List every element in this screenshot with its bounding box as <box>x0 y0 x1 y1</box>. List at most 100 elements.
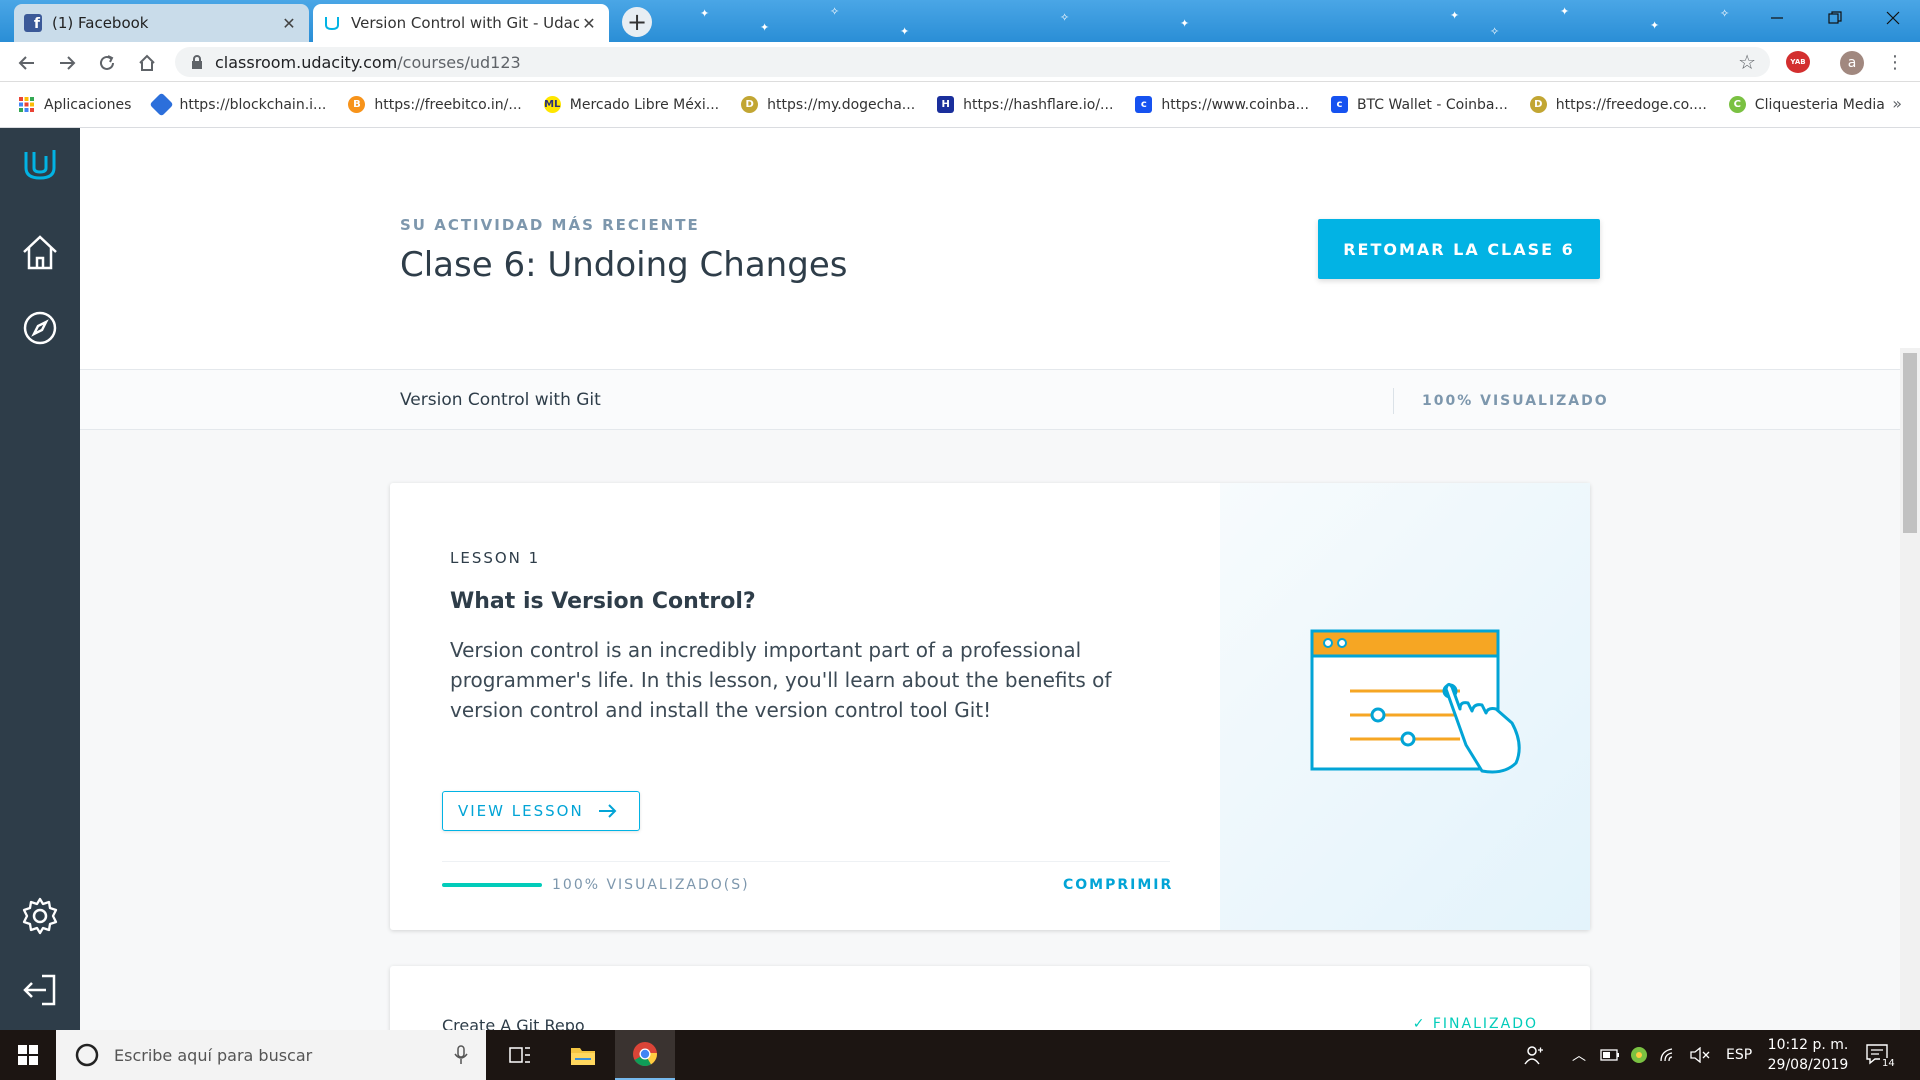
menu-kebab-icon[interactable]: ⋮ <box>1886 52 1904 73</box>
compass-icon[interactable] <box>20 308 60 348</box>
blockchain-icon <box>149 92 174 117</box>
arrow-right-icon <box>598 804 617 818</box>
bookmark-item[interactable]: c https://www.coinba... <box>1135 96 1309 113</box>
cortana-icon <box>75 1043 99 1067</box>
close-icon[interactable]: ✕ <box>279 14 299 33</box>
chrome-tray-icon[interactable] <box>1630 1030 1648 1080</box>
bookmark-item[interactable]: ML Mercado Libre Méxi... <box>543 96 720 113</box>
battery-icon[interactable] <box>1600 1030 1620 1080</box>
restore-button[interactable] <box>1806 0 1864 36</box>
extension-yab-icon[interactable]: YAB <box>1786 51 1810 73</box>
star-decoration: ✧ <box>1060 11 1070 24</box>
recent-activity-header: SU ACTIVIDAD MÁS RECIENTE Clase 6: Undoi… <box>80 128 1920 369</box>
restore-icon <box>1828 11 1842 24</box>
wifi-icon[interactable] <box>1660 1030 1680 1080</box>
collapse-button[interactable]: COMPRIMIR <box>1063 877 1173 893</box>
volume-muted-icon <box>1690 1047 1710 1063</box>
logout-icon[interactable] <box>20 970 60 1010</box>
gear-icon[interactable] <box>20 896 60 936</box>
star-decoration: ✦ <box>700 7 710 20</box>
doge-icon: D <box>741 96 759 113</box>
profile-initial: a <box>1847 55 1857 71</box>
notification-count: 14 <box>1880 1058 1897 1069</box>
address-bar[interactable]: classroom.udacity.com/courses/ud123 ☆ <box>175 47 1770 77</box>
bookmark-label: Aplicaciones <box>44 96 132 113</box>
lesson-illustration <box>1220 483 1590 930</box>
task-view-button[interactable] <box>490 1030 550 1080</box>
bookmark-item[interactable]: c BTC Wallet - Coinba... <box>1330 96 1508 113</box>
close-window-button[interactable] <box>1864 0 1920 36</box>
lock-icon <box>192 55 202 69</box>
clock-time: 10:12 p. m. <box>1767 1037 1849 1053</box>
scrollbar-thumb[interactable] <box>1903 353 1917 533</box>
more-bookmarks-icon[interactable]: » <box>1892 94 1902 113</box>
bookmark-item[interactable]: Dhttps://my.dogecha... <box>741 96 915 113</box>
lesson-title: Create A Git Repo <box>442 1016 585 1030</box>
search-placeholder: Escribe aquí para buscar <box>114 1045 313 1065</box>
tray-app-icon <box>1631 1047 1647 1063</box>
clock-date: 29/08/2019 <box>1767 1057 1849 1073</box>
coinbase-icon: c <box>1135 96 1153 113</box>
input-language[interactable]: ESP <box>1726 1030 1752 1080</box>
bookmark-item[interactable]: Bhttps://freebitco.in/... <box>348 96 522 113</box>
minimize-button[interactable] <box>1748 0 1806 36</box>
windows-logo-icon <box>18 1045 38 1065</box>
course-progress-label: 100% VISUALIZADO <box>1422 393 1609 409</box>
lesson-number: LESSON 1 <box>450 549 541 567</box>
bookmark-star-icon[interactable]: ☆ <box>1738 50 1756 74</box>
apps-grid-icon <box>19 97 34 112</box>
star-decoration: ✦ <box>900 25 910 38</box>
udacity-icon <box>325 17 339 31</box>
star-decoration: ✧ <box>1720 7 1730 20</box>
reload-button[interactable] <box>94 50 120 76</box>
bookmark-item[interactable]: Hhttps://hashflare.io/... <box>937 96 1113 113</box>
mercadolibre-icon: ML <box>543 96 561 113</box>
resume-lesson-button[interactable]: RETOMAR LA CLASE 6 <box>1318 219 1600 279</box>
browser-toolbar: classroom.udacity.com/courses/ud123 ☆ YA… <box>0 42 1920 82</box>
browser-tab-strip: ✦ ✦ ✧ ✦ ✧ ✦ ✦ ✧ ✦ ✦ ✧ f (1) Facebook ✕ V… <box>0 0 1920 42</box>
home-icon <box>139 54 155 71</box>
bookmark-label: https://www.coinba... <box>1161 96 1309 113</box>
microphone-icon[interactable] <box>454 1045 468 1065</box>
home-icon[interactable] <box>20 232 60 272</box>
clock[interactable]: 10:12 p. m. 29/08/2019 <box>1766 1030 1850 1080</box>
profile-avatar[interactable]: a <box>1840 51 1864 75</box>
star-decoration: ✦ <box>760 21 770 34</box>
course-progress-bar: Version Control with Git 100% VISUALIZAD… <box>80 369 1920 430</box>
battery-icon <box>1600 1049 1619 1061</box>
udacity-logo-icon[interactable] <box>20 144 60 184</box>
arrow-right-icon <box>60 56 76 70</box>
bookmark-label: Mercado Libre Méxi... <box>569 96 720 113</box>
file-explorer-button[interactable] <box>553 1030 613 1080</box>
facebook-icon: f <box>24 14 42 32</box>
people-icon[interactable] <box>1524 1030 1544 1080</box>
people-icon <box>1524 1046 1543 1065</box>
home-button[interactable] <box>134 50 160 76</box>
new-tab-button[interactable]: + <box>622 7 652 37</box>
start-button[interactable] <box>0 1030 56 1080</box>
bookmark-item[interactable]: Aplicaciones <box>18 96 131 113</box>
bookmark-label: Cliquesteria Media <box>1754 96 1885 113</box>
view-lesson-button[interactable]: VIEW LESSON <box>442 791 640 831</box>
recent-lesson-title: Clase 6: Undoing Changes <box>400 245 848 285</box>
back-button[interactable] <box>14 50 40 76</box>
bookmark-item[interactable]: https://blockchain.i... <box>149 92 326 117</box>
divider <box>1393 388 1394 414</box>
star-decoration: ✦ <box>1560 5 1570 18</box>
action-center-button[interactable]: 14 <box>1866 1030 1897 1080</box>
star-decoration: ✧ <box>1490 25 1500 38</box>
bookmark-label: https://freedoge.co.... <box>1555 96 1707 113</box>
forward-button[interactable] <box>54 50 80 76</box>
tray-chevron-icon[interactable]: ︿ <box>1572 1030 1586 1080</box>
bookmark-item[interactable]: Dhttps://freedoge.co.... <box>1529 96 1707 113</box>
tab-facebook[interactable]: f (1) Facebook ✕ <box>14 4 309 42</box>
taskbar-search-input[interactable]: Escribe aquí para buscar <box>56 1030 486 1080</box>
volume-muted-icon[interactable] <box>1690 1030 1710 1080</box>
coinbase-icon: c <box>1330 96 1348 113</box>
star-decoration: ✦ <box>1180 17 1190 30</box>
bookmark-item[interactable]: C Cliquesteria Media <box>1728 96 1885 113</box>
chrome-taskbar-button[interactable] <box>615 1030 675 1080</box>
bookmark-label: https://freebitco.in/... <box>374 96 522 113</box>
tab-udacity[interactable]: Version Control with Git - Udacity ✕ <box>313 4 609 42</box>
close-icon[interactable]: ✕ <box>579 14 599 33</box>
